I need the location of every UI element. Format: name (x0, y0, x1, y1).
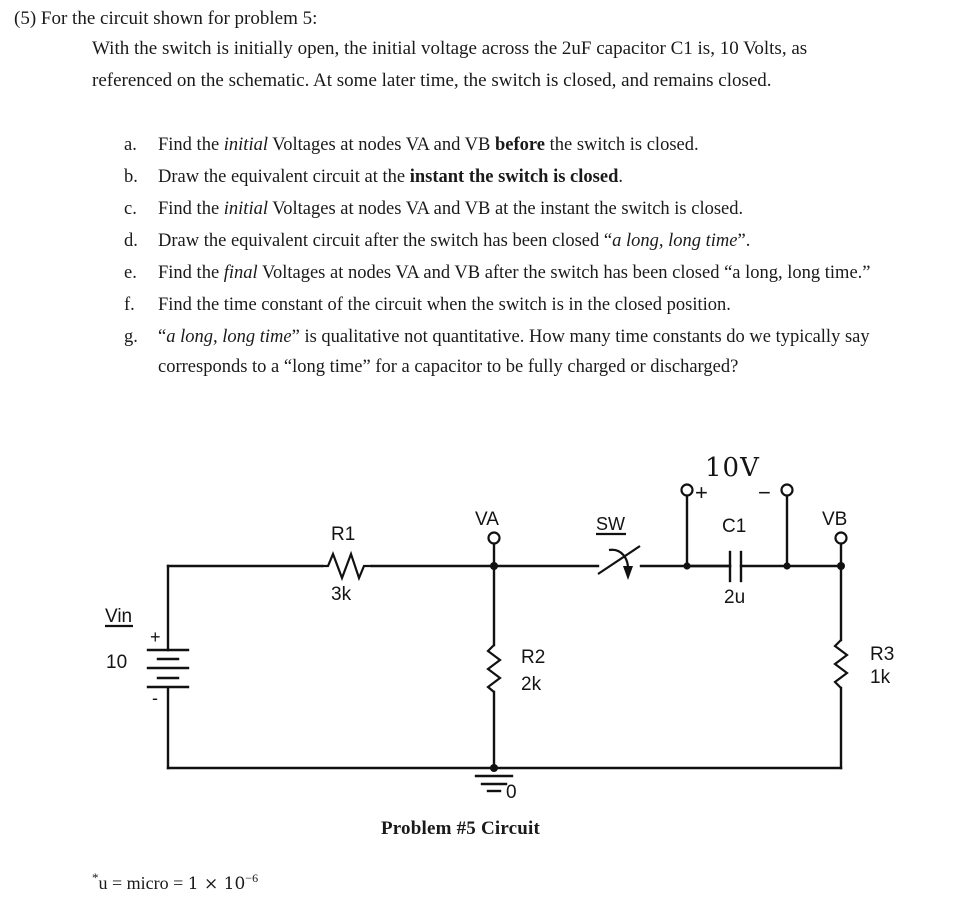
resistor-r3-symbol (833, 639, 849, 689)
node-va-terminal (487, 531, 501, 545)
footnote-math: 1 × 10 (187, 874, 246, 894)
source-plus-sign: + (150, 627, 161, 647)
capacitor-c1-value-label: 2u (724, 587, 745, 608)
sub-question-marker: d. (124, 231, 138, 251)
sub-question-text: Draw the equivalent circuit after the sw… (158, 231, 751, 251)
circuit-schematic: + - Vin 10 R1 3k R2 2k R3 1k C1 2u SW 10… (105, 453, 894, 803)
capacitor-voltage-label: 10V (705, 453, 760, 483)
figure-caption: Problem #5 Circuit (0, 818, 973, 840)
ground-label: 0 (506, 782, 517, 803)
footnote: *u = micro = 1 × 10−6 (92, 870, 258, 894)
sub-question-text: Find the time constant of the circuit wh… (158, 295, 731, 315)
sub-question-item: g. “a long, long time” is qualitative not… (124, 322, 934, 382)
sub-question-marker: g. (124, 327, 138, 347)
sub-question-marker: e. (124, 263, 137, 283)
probe-plus-terminal (680, 483, 694, 497)
node-va-label: VA (475, 509, 499, 530)
node-vb-terminal (834, 531, 848, 545)
sub-question-marker: f. (124, 295, 135, 315)
capacitor-c1-ref-label: C1 (722, 516, 746, 537)
source-minus-sign: - (152, 688, 158, 708)
source-name-label: Vin (105, 606, 132, 627)
sub-question-item: e. Find the final Voltages at nodes VA an… (124, 258, 934, 288)
resistor-r3-ref-label: R3 (870, 644, 894, 665)
sub-question-text: Find the initial Voltages at nodes VA an… (158, 199, 744, 219)
resistor-r1-symbol (322, 550, 372, 582)
sub-question-text: Find the final Voltages at nodes VA and … (158, 263, 871, 283)
sub-question-item: c. Find the initial Voltages at nodes VA … (124, 194, 934, 224)
node-vb-label: VB (822, 509, 847, 530)
sub-question-text: “a long, long time” is qualitative not q… (158, 327, 870, 377)
sub-question-text: Find the initial Voltages at nodes VA an… (158, 135, 699, 155)
probe-minus-terminal (780, 483, 794, 497)
resistor-r2-symbol (486, 644, 502, 693)
probe-minus-sign: − (758, 480, 771, 505)
node-vb-junction (837, 562, 845, 570)
sub-question-item: d. Draw the equivalent circuit after the … (124, 226, 934, 256)
resistor-r2-ref-label: R2 (521, 647, 545, 668)
footnote-text: u = micro = (98, 873, 188, 893)
circuit-figure: + - Vin 10 R1 3k R2 2k R3 1k C1 2u SW 10… (0, 440, 973, 840)
resistor-r3-value-label: 1k (870, 667, 891, 688)
problem-intro: With the switch is initially open, the i… (92, 38, 808, 91)
sub-question-item: f. Find the time constant of the circuit … (124, 290, 934, 320)
source-value-label: 10 (106, 652, 127, 673)
sub-question-item: a. Find the initial Voltages at nodes VA … (124, 130, 934, 160)
probe-minus-junction (783, 562, 791, 570)
sub-question-text: Draw the equivalent circuit at the insta… (158, 167, 623, 187)
figure-caption-text: Problem #5 Circuit (380, 818, 541, 839)
resistor-r1-value-label: 3k (331, 584, 352, 605)
sub-question-item: b. Draw the equivalent circuit at the ins… (124, 162, 934, 192)
node-va-junction (490, 562, 498, 570)
switch-arrow-head (623, 566, 633, 580)
probe-plus-sign: + (695, 480, 708, 505)
sub-question-list: a. Find the initial Voltages at nodes VA … (124, 130, 934, 384)
ground-junction (490, 764, 498, 772)
footnote-exponent: −6 (245, 871, 259, 885)
resistor-r1-ref-label: R1 (331, 524, 355, 545)
switch-ref-label: SW (596, 514, 625, 534)
sub-question-marker: c. (124, 199, 137, 219)
resistor-r2-value-label: 2k (521, 674, 542, 695)
sub-question-marker: a. (124, 135, 137, 155)
problem-heading: (5) For the circuit shown for problem 5: (14, 8, 318, 29)
sub-question-marker: b. (124, 167, 138, 187)
